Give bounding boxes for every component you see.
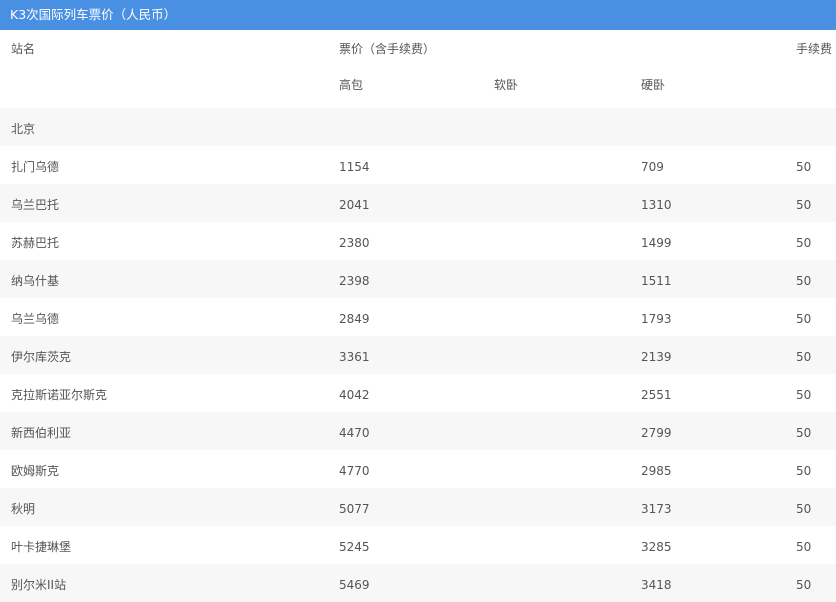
station-cell: 别尔米II站 [11, 578, 67, 592]
price-a-cell: 2849 [339, 312, 370, 326]
table-row: 苏赫巴托 2380 1499 50 [0, 222, 836, 260]
price-a-cell: 2398 [339, 274, 370, 288]
price-a-cell: 2041 [339, 198, 370, 212]
price-c-cell: 709 [641, 160, 664, 174]
header-station: 站名 [11, 42, 36, 56]
table-row: 伊尔库茨克 3361 2139 50 [0, 336, 836, 374]
price-c-cell: 3285 [641, 540, 672, 554]
fee-cell: 50 [796, 274, 812, 288]
header-fee: 手续费 [796, 42, 833, 56]
table-row: 乌兰巴托 2041 1310 50 [0, 184, 836, 222]
fee-cell: 50 [796, 502, 812, 516]
table-caption: K3次国际列车票价（人民币） [0, 0, 836, 30]
price-a-cell: 3361 [339, 350, 370, 364]
table-row: 新西伯利亚 4470 2799 50 [0, 412, 836, 450]
station-cell: 欧姆斯克 [11, 464, 60, 478]
fee-cell: 50 [796, 578, 812, 592]
price-a-cell: 1154 [339, 160, 370, 174]
price-a-cell: 5469 [339, 578, 370, 592]
price-c-cell: 1511 [641, 274, 672, 288]
table-row: 乌兰乌德 2849 1793 50 [0, 298, 836, 336]
fee-cell: 50 [796, 312, 812, 326]
price-a-cell: 4770 [339, 464, 370, 478]
price-a-cell: 2380 [339, 236, 370, 250]
header-row-top: 站名 票价（含手续费） 手续费 [0, 30, 836, 70]
fee-cell: 50 [796, 198, 812, 212]
price-c-cell: 3418 [641, 578, 672, 592]
header-price-group: 票价（含手续费） [339, 42, 436, 56]
header-row-classes: 高包 软卧 硬卧 [0, 70, 836, 108]
table-row: 别尔米II站 5469 3418 50 [0, 564, 836, 602]
table-row: 秋明 5077 3173 50 [0, 488, 836, 526]
station-cell: 伊尔库茨克 [11, 350, 72, 364]
header-class-a: 高包 [339, 78, 364, 92]
price-c-cell: 1793 [641, 312, 672, 326]
station-cell: 扎门乌德 [11, 160, 60, 174]
fee-cell: 50 [796, 236, 812, 250]
table-row: 北京 [0, 108, 836, 146]
table-row: 欧姆斯克 4770 2985 50 [0, 450, 836, 488]
price-c-cell: 2139 [641, 350, 672, 364]
station-cell: 克拉斯诺亚尔斯克 [11, 388, 108, 402]
fee-cell: 50 [796, 464, 812, 478]
table-row: 叶卡捷琳堡 5245 3285 50 [0, 526, 836, 564]
station-cell: 新西伯利亚 [11, 426, 72, 440]
fee-cell: 50 [796, 426, 812, 440]
station-cell: 北京 [11, 122, 36, 136]
price-c-cell: 3173 [641, 502, 672, 516]
fee-cell: 50 [796, 540, 812, 554]
price-a-cell: 4470 [339, 426, 370, 440]
fare-table: K3次国际列车票价（人民币） 站名 票价（含手续费） 手续费 高包 软卧 硬卧 … [0, 0, 836, 602]
price-a-cell: 5245 [339, 540, 370, 554]
table-row: 扎门乌德 1154 709 50 [0, 146, 836, 184]
price-c-cell: 2985 [641, 464, 672, 478]
table-body: 北京 扎门乌德 1154 709 50 乌兰巴托 2041 1310 50 苏赫… [0, 108, 836, 602]
station-cell: 叶卡捷琳堡 [11, 540, 72, 554]
station-cell: 苏赫巴托 [11, 236, 60, 250]
price-c-cell: 2551 [641, 388, 672, 402]
header-class-b: 软卧 [494, 78, 519, 92]
price-c-cell: 1499 [641, 236, 672, 250]
header-class-c: 硬卧 [641, 78, 666, 92]
station-cell: 乌兰乌德 [11, 312, 60, 326]
station-cell: 纳乌什基 [11, 274, 60, 288]
price-c-cell: 1310 [641, 198, 672, 212]
fee-cell: 50 [796, 160, 812, 174]
table-row: 克拉斯诺亚尔斯克 4042 2551 50 [0, 374, 836, 412]
station-cell: 秋明 [11, 502, 36, 516]
price-a-cell: 5077 [339, 502, 370, 516]
fee-cell: 50 [796, 350, 812, 364]
price-a-cell: 4042 [339, 388, 370, 402]
price-c-cell: 2799 [641, 426, 672, 440]
table-row: 纳乌什基 2398 1511 50 [0, 260, 836, 298]
fee-cell: 50 [796, 388, 812, 402]
station-cell: 乌兰巴托 [11, 198, 60, 212]
